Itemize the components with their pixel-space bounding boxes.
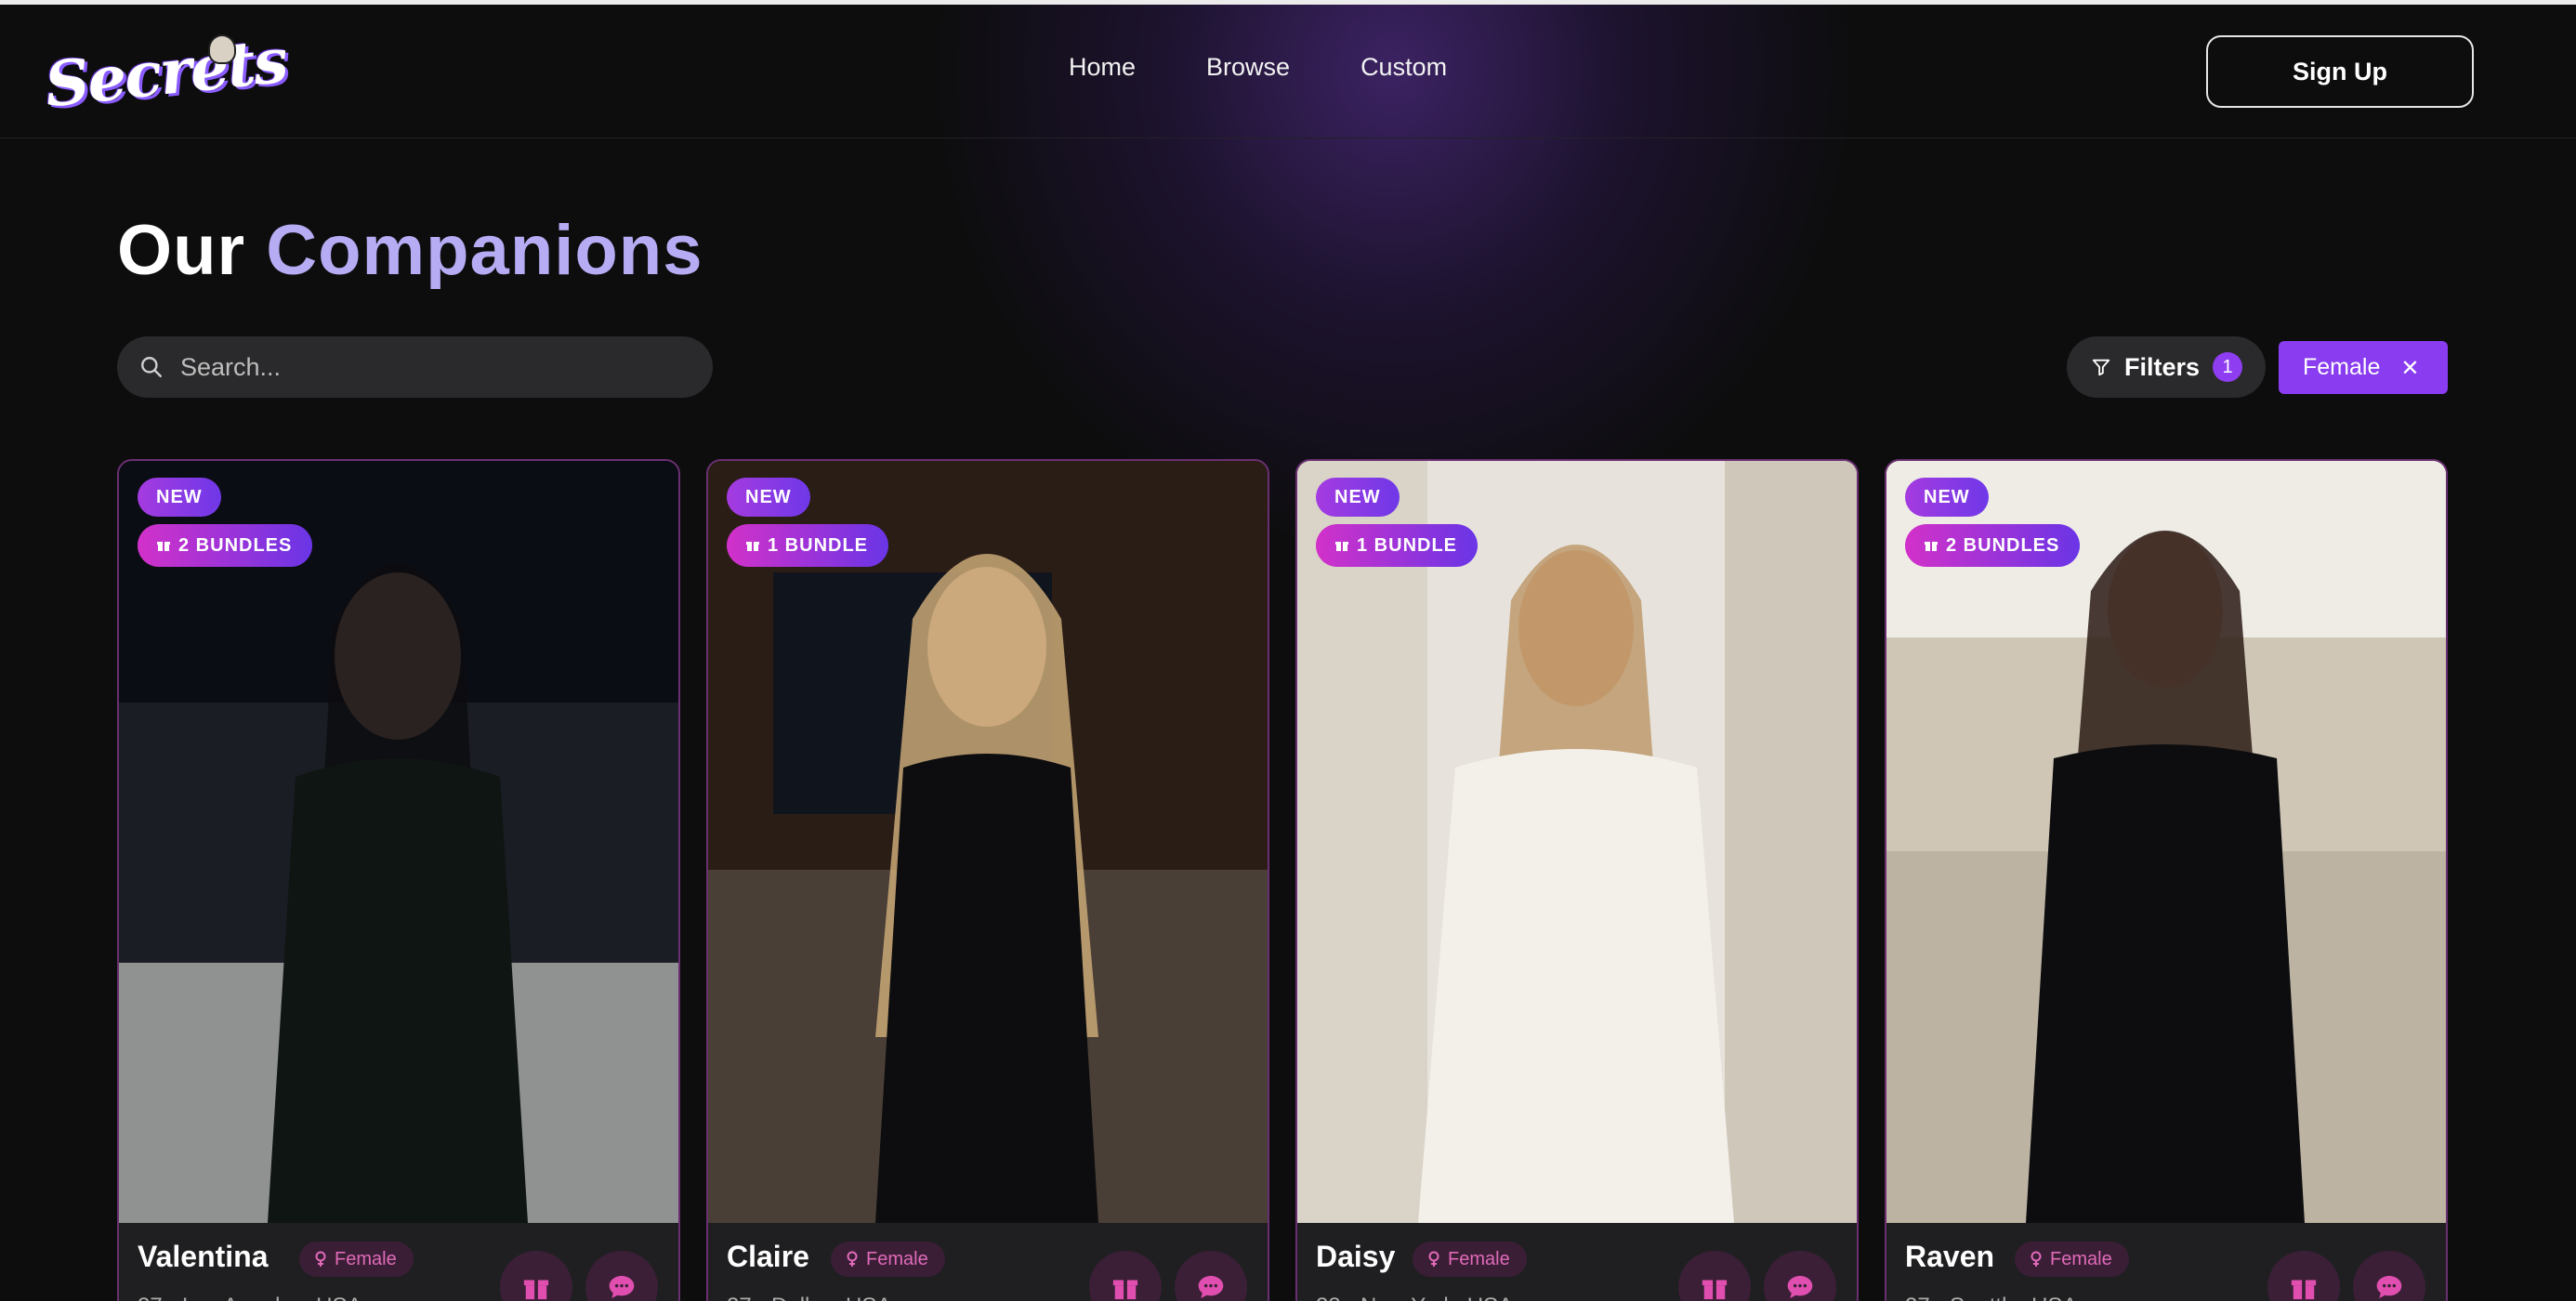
active-filter-label: Female (2303, 354, 2381, 380)
card-info: Valentina Female 27 · Los Angeles, USA (119, 1223, 678, 1301)
female-icon (847, 1251, 858, 1267)
nav-custom[interactable]: Custom (1360, 53, 1447, 82)
nav-home[interactable]: Home (1069, 53, 1136, 82)
companion-name: Valentina (138, 1240, 269, 1273)
chat-button[interactable] (2353, 1251, 2425, 1301)
page-title: Our Companions (117, 210, 703, 291)
new-badge: NEW (1316, 478, 1400, 517)
chat-icon (2376, 1276, 2402, 1298)
companion-location: 27 · Dallas, USA (727, 1294, 891, 1301)
gift-icon (1112, 1280, 1138, 1300)
gift-icon (746, 542, 759, 551)
new-badge: NEW (138, 478, 221, 517)
chat-icon (1787, 1276, 1813, 1298)
gift-icon (2291, 1280, 2317, 1300)
search-icon (141, 357, 162, 377)
mask-icon (208, 34, 236, 64)
gift-icon (1702, 1280, 1728, 1300)
female-icon (315, 1251, 326, 1267)
gift-button[interactable] (500, 1251, 572, 1301)
title-part2: Companions (266, 211, 703, 290)
funnel-icon (2092, 359, 2110, 376)
female-icon (2031, 1251, 2042, 1267)
female-icon (1428, 1251, 1439, 1267)
companion-card[interactable]: NEW 1 BUNDLE Daisy Female 23 · New York,… (1295, 459, 1859, 1301)
search-bar[interactable] (117, 336, 713, 398)
search-input[interactable] (180, 352, 682, 382)
gender-label: Female (866, 1248, 928, 1269)
bundle-badge: 2 BUNDLES (1905, 524, 2081, 567)
filters-count-badge: 1 (2213, 352, 2243, 382)
gift-icon (523, 1280, 549, 1300)
filters-button[interactable]: Filters 1 (2067, 336, 2266, 398)
bundle-count: 1 BUNDLE (768, 534, 869, 556)
close-icon[interactable]: ✕ (2400, 355, 2419, 381)
companion-name: Daisy (1316, 1240, 1396, 1273)
title-part1: Our (117, 211, 246, 290)
bundle-count: 2 BUNDLES (1946, 534, 2060, 556)
site-header: Secrets Home Browse Custom Sign Up (0, 5, 2576, 138)
gender-badge: Female (299, 1242, 414, 1277)
logo-text: Secrets (41, 23, 290, 122)
chat-icon (609, 1276, 635, 1298)
companion-card[interactable]: NEW 1 BUNDLE Claire Female 27 · Dallas, … (706, 459, 1269, 1301)
gift-icon (1925, 542, 1938, 551)
chat-icon (1198, 1276, 1224, 1298)
gender-badge: Female (2015, 1242, 2129, 1277)
companion-card[interactable]: NEW 2 BUNDLES Valentina Female 27 · Los … (117, 459, 680, 1301)
companion-name: Claire (727, 1240, 809, 1273)
active-filter-chip[interactable]: Female ✕ (2279, 341, 2448, 394)
sign-up-button[interactable]: Sign Up (2206, 35, 2474, 108)
companion-photo (1297, 461, 1857, 1223)
companion-name: Raven (1905, 1240, 1995, 1273)
gender-badge: Female (1413, 1242, 1527, 1277)
new-badge: NEW (1905, 478, 1989, 517)
companion-photo (708, 461, 1268, 1223)
gender-label: Female (2050, 1248, 2112, 1269)
gender-label: Female (1448, 1248, 1510, 1269)
chat-button[interactable] (585, 1251, 658, 1301)
logo[interactable]: Secrets (42, 24, 290, 122)
companion-card[interactable]: NEW 2 BUNDLES Raven Female 27 · Seattle,… (1885, 459, 2448, 1301)
new-badge: NEW (727, 478, 810, 517)
bundle-badge: 2 BUNDLES (138, 524, 313, 567)
chat-button[interactable] (1175, 1251, 1247, 1301)
nav-browse[interactable]: Browse (1206, 53, 1290, 82)
gender-label: Female (335, 1248, 397, 1269)
chat-button[interactable] (1764, 1251, 1836, 1301)
bundle-badge: 1 BUNDLE (1316, 524, 1479, 567)
gift-button[interactable] (2267, 1251, 2340, 1301)
companion-photo (1886, 461, 2446, 1223)
bundle-badge: 1 BUNDLE (727, 524, 889, 567)
companion-location: 23 · New York, USA (1316, 1294, 1513, 1301)
companion-location: 27 · Los Angeles, USA (138, 1294, 361, 1301)
filters-label: Filters (2124, 352, 2201, 381)
bundle-count: 2 BUNDLES (178, 534, 293, 556)
bundle-count: 1 BUNDLE (1357, 534, 1458, 556)
card-info: Raven Female 27 · Seattle, USA (1886, 1223, 2446, 1301)
gender-badge: Female (831, 1242, 945, 1277)
gift-icon (157, 542, 170, 551)
gift-button[interactable] (1678, 1251, 1751, 1301)
companion-photo (119, 461, 678, 1223)
gift-button[interactable] (1089, 1251, 1162, 1301)
gift-icon (1335, 542, 1348, 551)
card-info: Claire Female 27 · Dallas, USA (708, 1223, 1268, 1301)
main-nav: Home Browse Custom (1069, 53, 1447, 82)
companion-location: 27 · Seattle, USA (1905, 1294, 2077, 1301)
card-info: Daisy Female 23 · New York, USA (1297, 1223, 1857, 1301)
